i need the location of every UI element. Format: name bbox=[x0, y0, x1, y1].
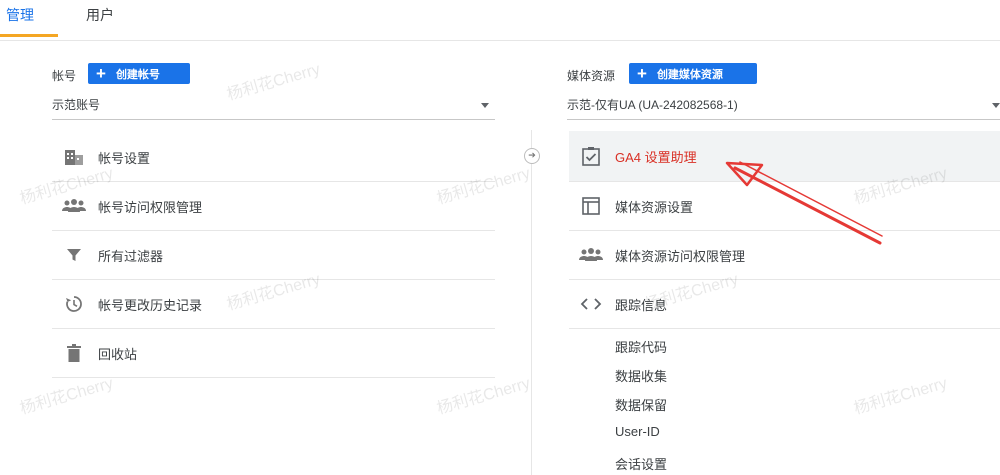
menu-item-label: 媒体资源访问权限管理 bbox=[615, 248, 746, 264]
menu-item-account-access[interactable]: 帐号访问权限管理 bbox=[52, 182, 495, 231]
menu-item-label: 帐号设置 bbox=[98, 150, 151, 166]
plus-icon: + bbox=[96, 64, 106, 83]
menu-item-account-settings[interactable]: 帐号设置 bbox=[52, 133, 495, 182]
menu-item-tracking-info[interactable]: 跟踪信息 bbox=[569, 280, 1000, 329]
filter-icon bbox=[62, 243, 86, 267]
menu-item-label: 所有过滤器 bbox=[98, 248, 164, 264]
menu-item-label: 帐号更改历史记录 bbox=[98, 297, 203, 313]
column-divider bbox=[531, 130, 532, 475]
menu-item-label: 帐号访问权限管理 bbox=[98, 199, 203, 215]
property-selector[interactable]: 示范-仅有UA (UA-242082568-1) bbox=[567, 95, 1000, 120]
menu-item-label: GA4 设置助理 bbox=[615, 149, 697, 165]
watermark: 杨利花Cherry bbox=[852, 374, 950, 418]
code-icon bbox=[579, 292, 603, 316]
tracking-subitem-data-retention[interactable]: 数据保留 bbox=[615, 395, 667, 414]
tracking-subitem-data-collection[interactable]: 数据收集 bbox=[615, 366, 667, 385]
property-selected-value: 示范-仅有UA (UA-242082568-1) bbox=[567, 98, 738, 112]
tab-admin[interactable]: 管理 bbox=[0, 0, 58, 37]
menu-item-ga4-setup-assistant[interactable]: GA4 设置助理 bbox=[569, 131, 1000, 182]
expand-arrow-icon[interactable]: ➔ bbox=[524, 148, 540, 164]
tracking-subitem-session-settings[interactable]: 会话设置 bbox=[615, 454, 667, 473]
menu-item-label: 媒体资源设置 bbox=[615, 199, 694, 215]
building-icon bbox=[62, 145, 86, 169]
account-column-label: 帐号 bbox=[52, 69, 77, 83]
account-selector[interactable]: 示范账号 bbox=[52, 95, 495, 120]
menu-item-trash[interactable]: 回收站 bbox=[52, 329, 495, 378]
create-property-button[interactable]: + 创建媒体资源 bbox=[629, 63, 757, 84]
menu-item-all-filters[interactable]: 所有过滤器 bbox=[52, 231, 495, 280]
tab-user[interactable]: 用户 bbox=[86, 0, 114, 37]
window-icon bbox=[579, 194, 603, 218]
menu-item-change-history[interactable]: 帐号更改历史记录 bbox=[52, 280, 495, 329]
plus-icon: + bbox=[637, 64, 647, 83]
top-tab-bar: 管理 用户 bbox=[0, 0, 1000, 41]
menu-item-property-settings[interactable]: 媒体资源设置 bbox=[569, 182, 1000, 231]
people-icon bbox=[62, 194, 86, 218]
create-account-button[interactable]: + 创建帐号 bbox=[88, 63, 190, 84]
menu-item-property-access[interactable]: 媒体资源访问权限管理 bbox=[569, 231, 1000, 280]
property-column-label: 媒体资源 bbox=[567, 69, 616, 83]
tracking-subitem-tracking-code[interactable]: 跟踪代码 bbox=[615, 337, 667, 356]
menu-item-label: 跟踪信息 bbox=[615, 297, 668, 313]
create-property-label: 创建媒体资源 bbox=[656, 68, 723, 81]
dropdown-caret-icon bbox=[992, 103, 1000, 108]
people-icon bbox=[579, 243, 603, 267]
create-account-label: 创建帐号 bbox=[115, 68, 160, 81]
menu-item-label: 回收站 bbox=[98, 346, 138, 362]
checkbox-icon bbox=[579, 144, 603, 168]
trash-icon bbox=[62, 341, 86, 365]
tracking-subitem-user-id[interactable]: User-ID bbox=[615, 424, 660, 439]
history-icon bbox=[62, 292, 86, 316]
account-selected-value: 示范账号 bbox=[52, 98, 101, 112]
dropdown-caret-icon bbox=[481, 103, 489, 108]
